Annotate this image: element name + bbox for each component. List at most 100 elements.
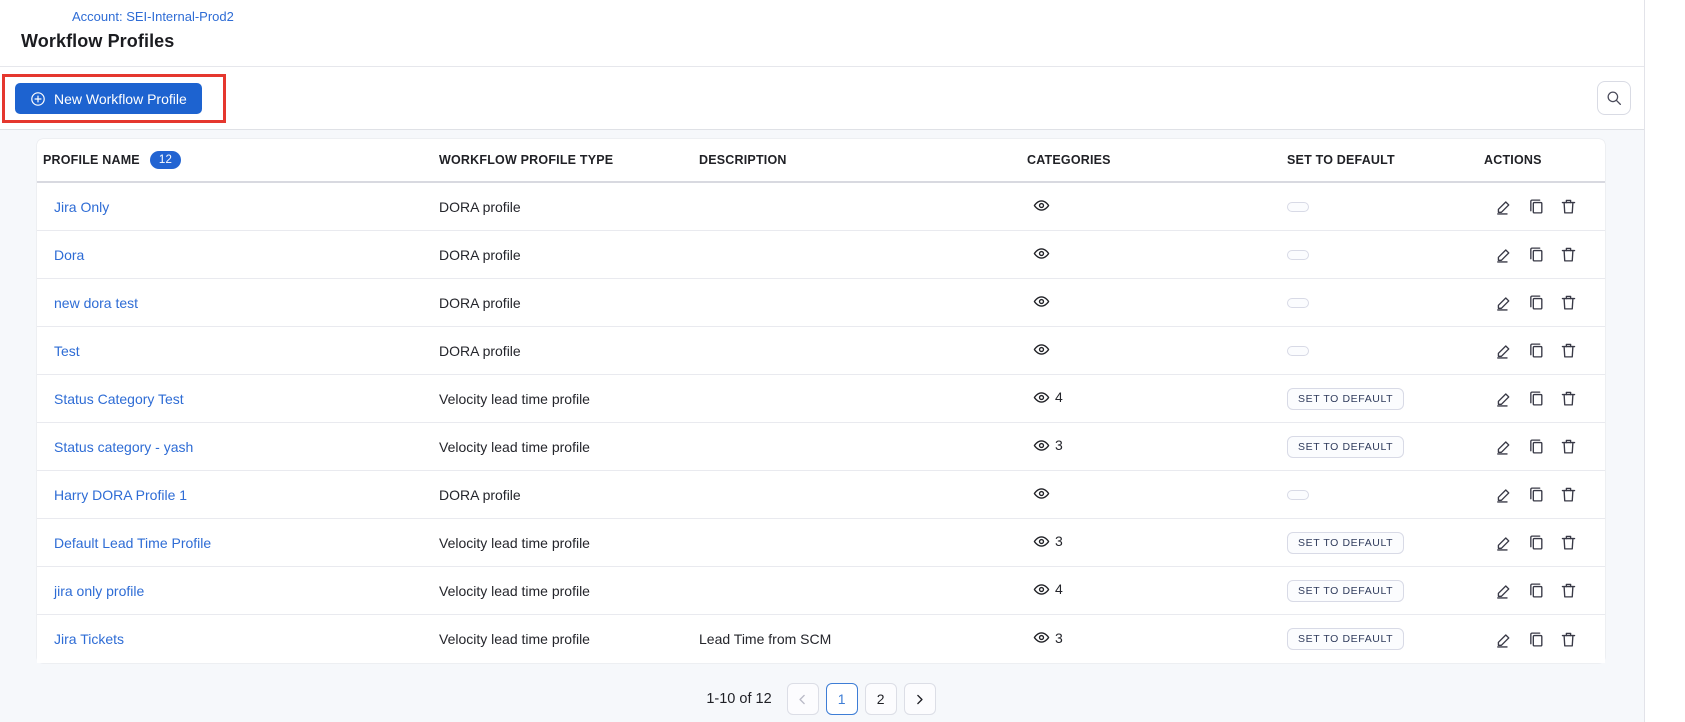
table-body: Jira Only DORA profile: [37, 183, 1605, 663]
new-workflow-profile-label: New Workflow Profile: [54, 91, 187, 107]
categories-count[interactable]: 3: [1033, 437, 1063, 454]
account-breadcrumb-link[interactable]: Account: SEI-Internal-Prod2: [72, 9, 234, 24]
edit-profile-button[interactable]: [1495, 486, 1513, 504]
table-row: Test DORA profile: [37, 327, 1605, 375]
profile-type-cell: Velocity lead time profile: [439, 439, 699, 455]
categories-count[interactable]: 4: [1033, 389, 1063, 406]
categories-cell: 3: [1027, 629, 1287, 649]
categories-count[interactable]: 4: [1033, 581, 1063, 598]
edit-profile-button[interactable]: [1495, 198, 1513, 216]
actions-cell: [1484, 582, 1605, 600]
categories-count[interactable]: [1033, 341, 1055, 358]
profile-type-cell: Velocity lead time profile: [439, 631, 699, 647]
delete-profile-button[interactable]: [1559, 630, 1577, 648]
clone-profile-button[interactable]: [1527, 582, 1545, 600]
delete-profile-button[interactable]: [1559, 342, 1577, 360]
edit-icon: [1496, 486, 1513, 503]
copy-icon: [1528, 246, 1545, 263]
profile-type-cell: DORA profile: [439, 343, 699, 359]
set-to-default-badge: SET TO DEFAULT: [1287, 388, 1404, 410]
categories-count[interactable]: 3: [1033, 533, 1063, 550]
delete-profile-button[interactable]: [1559, 534, 1577, 552]
default-cell: [1287, 247, 1484, 263]
categories-count[interactable]: 3: [1033, 629, 1063, 646]
categories-cell: 4: [1027, 581, 1287, 601]
categories-cell: [1027, 485, 1287, 505]
eye-icon: [1033, 485, 1050, 502]
categories-cell: 3: [1027, 533, 1287, 553]
profile-name-link[interactable]: Default Lead Time Profile: [54, 535, 211, 551]
delete-profile-button[interactable]: [1559, 438, 1577, 456]
table-row: Status category - yash Velocity lead tim…: [37, 423, 1605, 471]
trash-icon: [1560, 246, 1577, 263]
delete-profile-button[interactable]: [1559, 294, 1577, 312]
clone-profile-button[interactable]: [1527, 390, 1545, 408]
delete-profile-button[interactable]: [1559, 246, 1577, 264]
profile-name-link[interactable]: Dora: [54, 247, 84, 263]
main-area: PROFILE NAME 12 WORKFLOW PROFILE TYPE DE…: [0, 130, 1644, 722]
edit-profile-button[interactable]: [1495, 342, 1513, 360]
page-header: Account: SEI-Internal-Prod2 Workflow Pro…: [0, 0, 1644, 67]
eye-icon: [1033, 437, 1050, 454]
copy-icon: [1528, 486, 1545, 503]
profile-name-link[interactable]: Status category - yash: [54, 439, 193, 455]
set-to-default-badge: [1287, 250, 1309, 260]
column-header-categories: CATEGORIES: [1027, 153, 1287, 167]
edit-profile-button[interactable]: [1495, 294, 1513, 312]
new-workflow-profile-button[interactable]: New Workflow Profile: [15, 83, 202, 114]
profile-name-link[interactable]: Jira Only: [54, 199, 109, 215]
categories-count[interactable]: [1033, 485, 1055, 502]
edit-profile-button[interactable]: [1495, 582, 1513, 600]
edit-profile-button[interactable]: [1495, 534, 1513, 552]
delete-profile-button[interactable]: [1559, 198, 1577, 216]
delete-profile-button[interactable]: [1559, 582, 1577, 600]
clone-profile-button[interactable]: [1527, 534, 1545, 552]
edit-profile-button[interactable]: [1495, 630, 1513, 648]
edit-icon: [1496, 534, 1513, 551]
profile-name-link[interactable]: jira only profile: [54, 583, 144, 599]
profile-name-link[interactable]: new dora test: [54, 295, 138, 311]
edit-icon: [1496, 631, 1513, 648]
pagination-page-2-button[interactable]: 2: [865, 683, 897, 715]
clone-profile-button[interactable]: [1527, 246, 1545, 264]
categories-count[interactable]: [1033, 245, 1055, 262]
categories-count[interactable]: [1033, 293, 1055, 310]
edit-icon: [1496, 198, 1513, 215]
edit-profile-button[interactable]: [1495, 390, 1513, 408]
profile-type-cell: Velocity lead time profile: [439, 391, 699, 407]
trash-icon: [1560, 390, 1577, 407]
copy-icon: [1528, 438, 1545, 455]
profile-name-link[interactable]: Jira Tickets: [54, 631, 124, 647]
clone-profile-button[interactable]: [1527, 198, 1545, 216]
delete-profile-button[interactable]: [1559, 486, 1577, 504]
trash-icon: [1560, 486, 1577, 503]
search-button[interactable]: [1597, 81, 1631, 115]
clone-profile-button[interactable]: [1527, 342, 1545, 360]
trash-icon: [1560, 342, 1577, 359]
pagination-next-button[interactable]: [904, 683, 936, 715]
clone-profile-button[interactable]: [1527, 294, 1545, 312]
profile-name-link[interactable]: Test: [54, 343, 80, 359]
actions-cell: [1484, 294, 1605, 312]
column-header-default: SET TO DEFAULT: [1287, 153, 1484, 167]
edit-profile-button[interactable]: [1495, 246, 1513, 264]
pagination-prev-button[interactable]: [787, 683, 819, 715]
copy-icon: [1528, 582, 1545, 599]
actions-cell: [1484, 630, 1605, 648]
column-header-profile-name[interactable]: PROFILE NAME 12: [37, 151, 439, 169]
right-page-margin: [1645, 0, 1685, 722]
actions-cell: [1484, 486, 1605, 504]
edit-profile-button[interactable]: [1495, 438, 1513, 456]
profile-name-link[interactable]: Status Category Test: [54, 391, 184, 407]
categories-count[interactable]: [1033, 197, 1055, 214]
delete-profile-button[interactable]: [1559, 390, 1577, 408]
categories-count-value: 3: [1055, 533, 1063, 549]
profile-name-link[interactable]: Harry DORA Profile 1: [54, 487, 187, 503]
clone-profile-button[interactable]: [1527, 630, 1545, 648]
categories-count-value: 4: [1055, 581, 1063, 597]
pagination-page-1-button[interactable]: 1: [826, 683, 858, 715]
clone-profile-button[interactable]: [1527, 486, 1545, 504]
profile-type-cell: DORA profile: [439, 247, 699, 263]
set-to-default-badge: [1287, 202, 1309, 212]
clone-profile-button[interactable]: [1527, 438, 1545, 456]
